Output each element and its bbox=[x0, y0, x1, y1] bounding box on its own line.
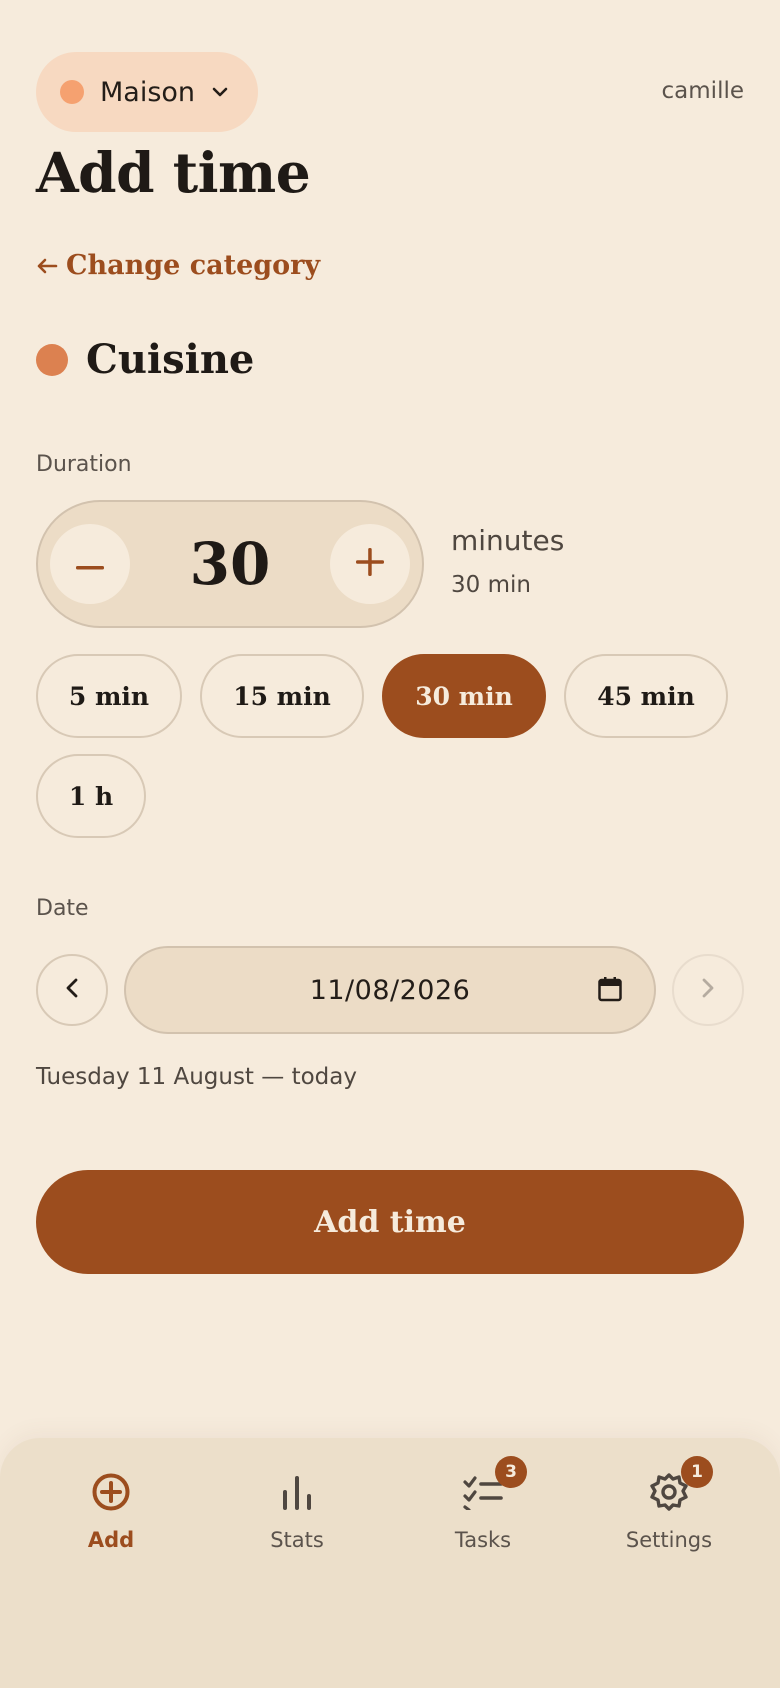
change-category-link[interactable]: Change category bbox=[36, 250, 320, 281]
change-category-label: Change category bbox=[66, 250, 321, 281]
nav-settings-label: Settings bbox=[625, 1528, 713, 1552]
checklist-icon: 3 bbox=[461, 1456, 527, 1514]
previous-day-button[interactable] bbox=[36, 954, 108, 1026]
nav-add[interactable]: Add bbox=[41, 1470, 181, 1552]
preset-5-min[interactable]: 5 min bbox=[36, 654, 182, 738]
nav-stats[interactable]: Stats bbox=[227, 1470, 367, 1552]
gear-icon: 1 bbox=[647, 1456, 713, 1514]
increment-button[interactable] bbox=[330, 524, 410, 604]
tasks-badge: 3 bbox=[495, 1456, 527, 1488]
nav-tasks-label: Tasks bbox=[454, 1528, 512, 1552]
decrement-button[interactable] bbox=[50, 524, 130, 604]
nav-tasks[interactable]: 3 Tasks bbox=[413, 1456, 553, 1552]
plus-circle-icon bbox=[89, 1470, 133, 1514]
date-input[interactable]: 11/08/2026 bbox=[124, 946, 656, 1034]
nav-stats-label: Stats bbox=[270, 1528, 324, 1552]
next-day-button[interactable] bbox=[672, 954, 744, 1026]
preset-30-min[interactable]: 30 min bbox=[382, 654, 546, 738]
selected-category: Cuisine bbox=[36, 336, 254, 383]
bar-chart-icon bbox=[275, 1470, 319, 1514]
calendar-icon[interactable] bbox=[598, 976, 622, 1002]
duration-value: 30 bbox=[189, 530, 271, 598]
category-color-dot bbox=[36, 343, 68, 376]
household-selector[interactable]: Maison bbox=[36, 52, 258, 132]
preset-45-min[interactable]: 45 min bbox=[564, 654, 728, 738]
date-value: 11/08/2026 bbox=[309, 974, 471, 1006]
duration-unit: minutes bbox=[451, 524, 565, 557]
arrow-left-icon bbox=[36, 250, 58, 281]
nav-settings[interactable]: 1 Settings bbox=[599, 1456, 739, 1552]
nav-add-label: Add bbox=[87, 1528, 135, 1552]
duration-summary: 30 min bbox=[451, 572, 531, 598]
chevron-right-icon bbox=[701, 977, 715, 1003]
household-name: Maison bbox=[100, 76, 196, 108]
category-name: Cuisine bbox=[86, 336, 255, 383]
bottom-navigation: Add Stats 3 Tasks 1 Settings bbox=[0, 1438, 780, 1688]
preset-15-min[interactable]: 15 min bbox=[200, 654, 364, 738]
preset-1-h[interactable]: 1 h bbox=[36, 754, 146, 838]
household-color-dot bbox=[60, 80, 84, 104]
page-title: Add time bbox=[36, 140, 311, 205]
plus-icon bbox=[356, 548, 384, 580]
duration-stepper: 30 bbox=[36, 500, 424, 628]
date-label: Date bbox=[36, 896, 89, 921]
settings-badge: 1 bbox=[681, 1456, 713, 1488]
chevron-left-icon bbox=[65, 977, 79, 1003]
add-time-button[interactable]: Add time bbox=[36, 1170, 744, 1274]
user-name[interactable]: camille bbox=[662, 78, 744, 104]
date-description: Tuesday 11 August — today bbox=[36, 1064, 357, 1090]
minus-icon bbox=[76, 555, 104, 574]
duration-label: Duration bbox=[36, 452, 132, 477]
chevron-down-icon bbox=[211, 86, 229, 98]
